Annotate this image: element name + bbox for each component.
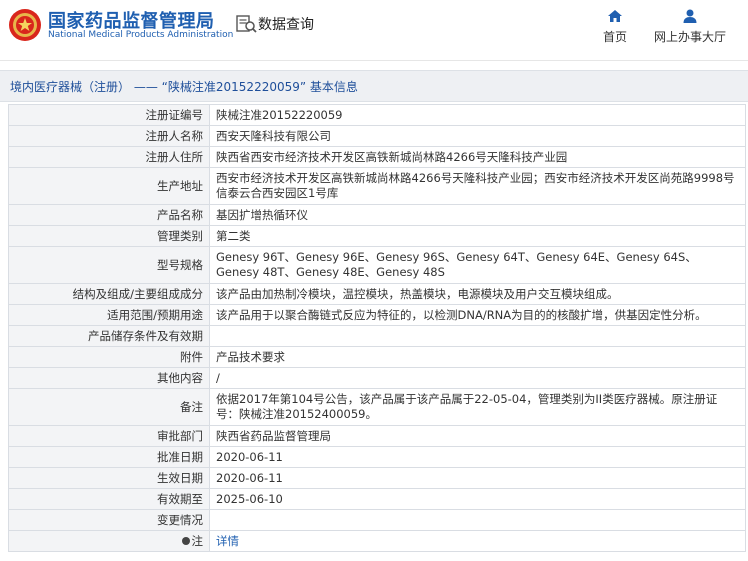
row-value: 依据2017年第104号公告，该产品属于该产品属于22-05-04，管理类别为I…: [209, 388, 746, 426]
title-separator: ——: [133, 80, 158, 94]
row-label: 型号规格: [8, 246, 210, 284]
row-value: /: [209, 367, 746, 389]
row-value: 西安市经济技术开发区高铁新城尚林路4266号天隆科技产业园；西安市经济技术开发区…: [209, 167, 746, 205]
row-value: 该产品由加热制冷模块，温控模块，热盖模块，电源模块及用户交互模块组成。: [209, 283, 746, 305]
table-row: 其他内容 /: [8, 367, 746, 389]
row-label: 变更情况: [8, 509, 210, 531]
nav-home-label: 首页: [602, 30, 627, 44]
table-row: 注 详情: [8, 530, 746, 552]
details-link[interactable]: 详情: [216, 534, 239, 548]
row-label: 生产地址: [8, 167, 210, 205]
row-value: Genesy 96T、Genesy 96E、Genesy 96S、Genesy …: [209, 246, 746, 284]
row-label: 结构及组成/主要组成成分: [8, 283, 210, 305]
table-row: 注册人名称 西安天隆科技有限公司: [8, 125, 746, 147]
table-row: 管理类别 第二类: [8, 225, 746, 247]
row-value: 该产品用于以聚合酶链式反应为特征的，以检测DNA/RNA为目的的核酸扩增，供基因…: [209, 304, 746, 326]
home-icon: [608, 10, 622, 22]
row-label: 管理类别: [8, 225, 210, 247]
table-row: 有效期至 2025-06-10: [8, 488, 746, 510]
row-label: 生效日期: [8, 467, 210, 489]
row-value: 产品技术要求: [209, 346, 746, 368]
row-value: 2020-06-11: [209, 467, 746, 489]
table-row: 适用范围/预期用途 该产品用于以聚合酶链式反应为特征的，以检测DNA/RNA为目…: [8, 304, 746, 326]
table-row: 变更情况: [8, 509, 746, 531]
user-icon: [683, 9, 697, 23]
table-row: 备注 依据2017年第104号公告，该产品属于该产品属于22-05-04，管理类…: [8, 388, 746, 426]
table-row: 产品名称 基因扩增热循环仪: [8, 204, 746, 226]
table-row: 注册证编号 陕械注准20152220059: [8, 104, 746, 126]
site-header: 国家药品监督管理局 National Medical Products Admi…: [0, 0, 748, 61]
table-row: 生效日期 2020-06-11: [8, 467, 746, 489]
table-row: 审批部门 陕西省药品监督管理局: [8, 425, 746, 447]
nav-online-hall-link[interactable]: 网上办事大厅: [650, 8, 730, 48]
brand-name-en: National Medical Products Administration: [48, 30, 234, 40]
table-row: 注册人住所 陕西省西安市经济技术开发区高铁新城尚林路4266号天隆科技产业园: [8, 146, 746, 168]
row-value: 2025-06-10: [209, 488, 746, 510]
table-row: 附件 产品技术要求: [8, 346, 746, 368]
row-label: 注册人名称: [8, 125, 210, 147]
nav-online-hall-label: 网上办事大厅: [653, 30, 726, 44]
note-label: 注: [191, 533, 204, 548]
row-value: 陕西省西安市经济技术开发区高铁新城尚林路4266号天隆科技产业园: [209, 146, 746, 168]
row-label: 有效期至: [8, 488, 210, 510]
row-label: 产品储存条件及有效期: [8, 325, 210, 347]
row-value: 基因扩增热循环仪: [209, 204, 746, 226]
table-row: 结构及组成/主要组成成分 该产品由加热制冷模块，温控模块，热盖模块，电源模块及用…: [8, 283, 746, 305]
data-query-title: 数据查询: [258, 17, 314, 33]
title-record-id: “陕械注准20152220059” 基本信息: [161, 80, 358, 94]
row-label: 备注: [8, 388, 210, 426]
row-label: 注册证编号: [8, 104, 210, 126]
registration-detail-table: 注册证编号 陕械注准20152220059 注册人名称 西安天隆科技有限公司 注…: [8, 104, 746, 552]
national-emblem-logo: [9, 9, 41, 41]
table-row: 型号规格 Genesy 96T、Genesy 96E、Genesy 96S、Ge…: [8, 246, 746, 284]
table-row: 产品储存条件及有效期: [8, 325, 746, 347]
row-value: 西安天隆科技有限公司: [209, 125, 746, 147]
row-value: 陕械注准20152220059: [209, 104, 746, 126]
row-label: 附件: [8, 346, 210, 368]
note-value-cell: 详情: [209, 530, 746, 552]
table-row: 批准日期 2020-06-11: [8, 446, 746, 468]
row-value: [209, 509, 746, 531]
row-value: 第二类: [209, 225, 746, 247]
data-query-icon: [236, 15, 257, 33]
record-title: 境内医疗器械（注册） —— “陕械注准20152220059” 基本信息: [10, 78, 358, 95]
row-value: 陕西省药品监督管理局: [209, 425, 746, 447]
bullet-icon: [181, 537, 190, 545]
title-category: 境内医疗器械（注册）: [10, 80, 131, 94]
row-label: 注册人住所: [8, 146, 210, 168]
row-label: 适用范围/预期用途: [8, 304, 210, 326]
record-title-bar: 境内医疗器械（注册） —— “陕械注准20152220059” 基本信息: [0, 70, 748, 102]
row-value: 2020-06-11: [209, 446, 746, 468]
row-label: 产品名称: [8, 204, 210, 226]
row-label: 其他内容: [8, 367, 210, 389]
row-label: 审批部门: [8, 425, 210, 447]
table-row: 生产地址 西安市经济技术开发区高铁新城尚林路4266号天隆科技产业园；西安市经济…: [8, 167, 746, 205]
row-value: [209, 325, 746, 347]
nav-home-link[interactable]: 首页: [597, 8, 633, 48]
note-label-cell: 注: [8, 530, 210, 552]
row-label: 批准日期: [8, 446, 210, 468]
